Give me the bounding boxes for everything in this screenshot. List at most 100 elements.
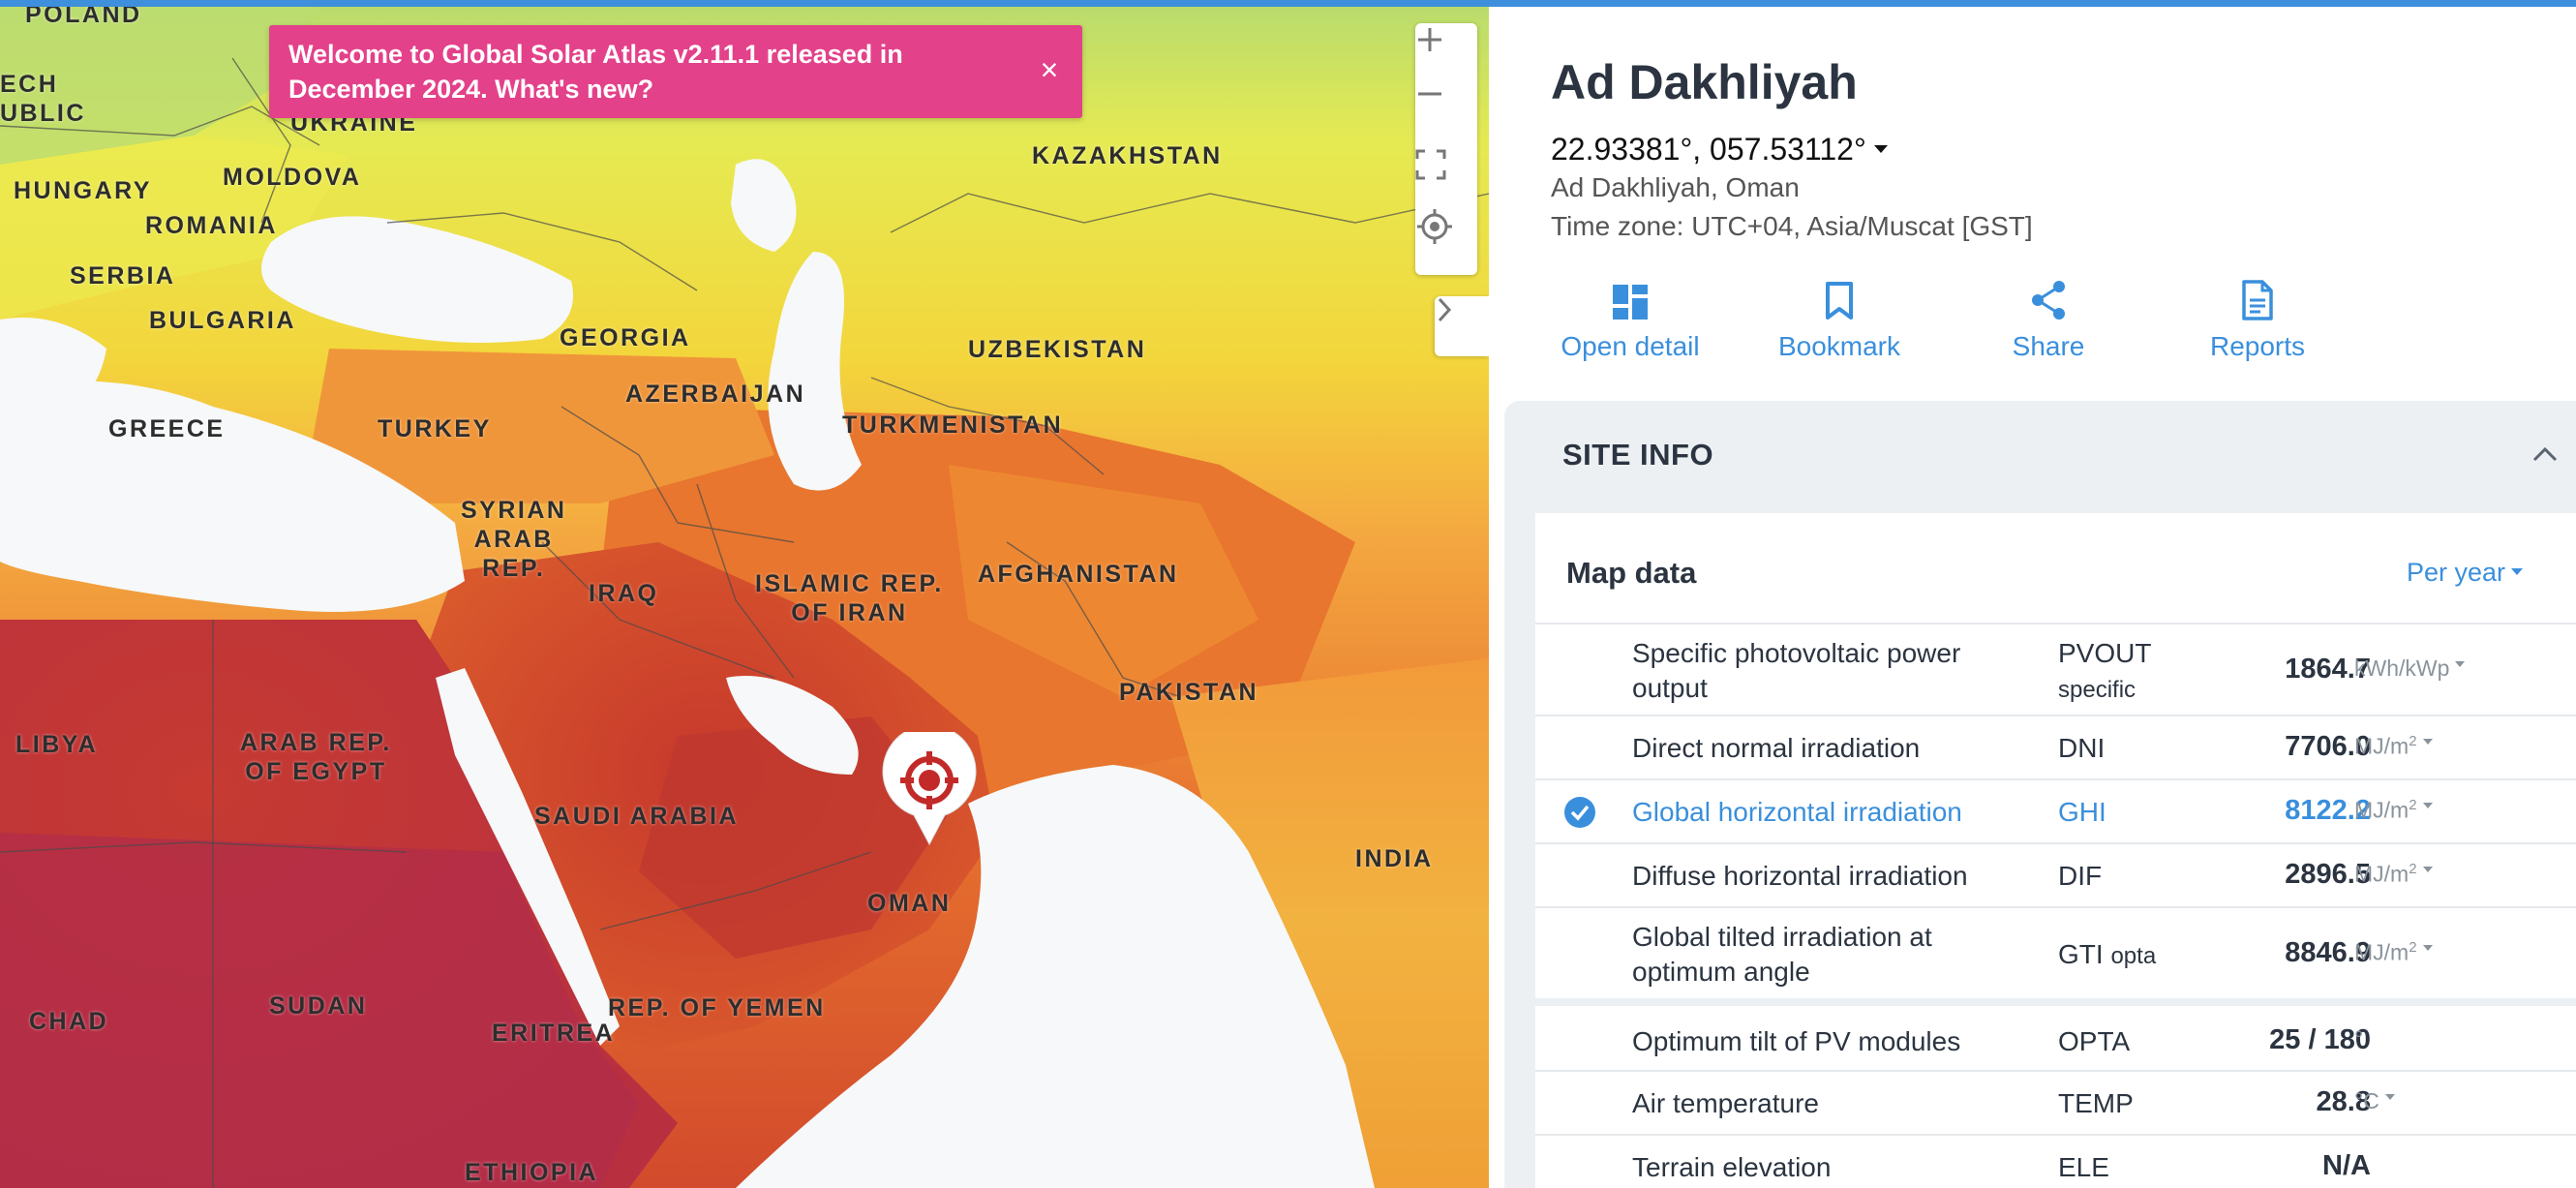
country-label-india: INDIA bbox=[1355, 845, 1434, 872]
unit-dropdown[interactable]: MJ/m2 bbox=[2354, 797, 2433, 824]
caret-down-icon bbox=[2422, 803, 2433, 808]
country-label-egypt: ARAB REP. OF EGYPT bbox=[240, 729, 392, 785]
row-abbr: OPTA bbox=[2058, 1026, 2131, 1056]
welcome-banner-text[interactable]: Welcome to Global Solar Atlas v2.11.1 re… bbox=[288, 37, 985, 107]
unit-dropdown[interactable]: kWh/kWp bbox=[2354, 655, 2466, 682]
minus-icon bbox=[1418, 92, 1441, 96]
row-name: Direct normal irradiation bbox=[1632, 733, 1921, 763]
site-info-section: SITE INFO Map data Per year Specific pho… bbox=[1504, 401, 2576, 1188]
row-abbr: GTI opta bbox=[2058, 938, 2157, 969]
country-label-libya: LIBYA bbox=[15, 731, 99, 758]
target-pin-icon bbox=[882, 732, 977, 846]
country-label-iraq: IRAQ bbox=[589, 580, 659, 607]
locate-me-button[interactable] bbox=[1415, 207, 1477, 261]
collapse-section-button[interactable] bbox=[2531, 445, 2559, 468]
close-icon[interactable]: × bbox=[1032, 52, 1067, 87]
collapse-panel-button[interactable] bbox=[1435, 296, 1489, 356]
site-info-header[interactable]: SITE INFO bbox=[1562, 438, 1713, 472]
row-abbr: ELE bbox=[2058, 1152, 2109, 1182]
country-label-serbia: SERBIA bbox=[70, 262, 176, 289]
reports-label: Reports bbox=[2209, 331, 2306, 361]
data-row-dni[interactable]: Direct normal irradiation DNI 7706.0 MJ/m2 bbox=[1535, 715, 2576, 780]
reports-button[interactable]: Reports bbox=[2170, 279, 2345, 362]
data-row-temp[interactable]: Air temperature TEMP 28.8 °C bbox=[1535, 1070, 2576, 1136]
zoom-out-button[interactable] bbox=[1415, 79, 1477, 134]
caret-down-icon bbox=[2422, 867, 2433, 872]
caret-down-icon bbox=[2422, 944, 2433, 951]
country-label-iran: ISLAMIC REP. OF IRAN bbox=[755, 570, 944, 626]
chevron-up-icon bbox=[2532, 446, 2558, 462]
data-row-gti[interactable]: Global tilted irradiation at optimum ang… bbox=[1535, 906, 2576, 1000]
data-row-pvout[interactable]: Specific photovoltaic power output PVOUT s… bbox=[1535, 623, 2576, 716]
country-label-romania: ROMANIA bbox=[145, 212, 278, 239]
welcome-banner[interactable]: Welcome to Global Solar Atlas v2.11.1 re… bbox=[269, 25, 1082, 118]
country-label-syria: SYRIAN ARAB REP. bbox=[461, 497, 567, 582]
map-data-title: Map data bbox=[1566, 556, 1697, 590]
document-icon bbox=[2242, 280, 2273, 320]
top-accent-bar bbox=[0, 0, 2576, 7]
unit-dropdown[interactable]: MJ/m2 bbox=[2354, 861, 2433, 888]
action-bar: Open detail Bookmark Share Reports bbox=[1543, 279, 2318, 376]
chevron-right-icon bbox=[1438, 297, 1452, 322]
share-icon bbox=[2032, 281, 2065, 320]
period-dropdown[interactable]: Per year bbox=[2407, 558, 2524, 588]
fullscreen-icon bbox=[1415, 149, 1446, 180]
unit-dropdown[interactable]: MJ/m2 bbox=[2354, 939, 2433, 966]
country-label-saudi-arabia: SAUDI ARABIA bbox=[534, 803, 740, 830]
country-label-turkmenistan: TURKMENISTAN bbox=[842, 411, 1064, 439]
country-label-georgia: GEORGIA bbox=[560, 324, 691, 351]
open-detail-label: Open detail bbox=[1561, 331, 1700, 361]
caret-down-icon bbox=[2455, 660, 2466, 667]
solar-map[interactable]: POLAND ECH UBLIC UKRAINE HUNGARY MOLDOVA… bbox=[0, 0, 1489, 1188]
timezone: Time zone: UTC+04, Asia/Muscat [GST] bbox=[1551, 211, 2033, 241]
row-abbr: DNI bbox=[2058, 733, 2106, 763]
fullscreen-button[interactable] bbox=[1415, 149, 1477, 203]
row-name: Global tilted irradiation at optimum ang… bbox=[1632, 921, 1932, 987]
row-abbr: GHI bbox=[2058, 797, 2106, 827]
map-controls bbox=[1415, 23, 1477, 275]
data-row-ghi[interactable]: Global horizontal irradiation GHI 8122.2 MJ… bbox=[1535, 778, 2576, 844]
country-label-yemen: REP. OF YEMEN bbox=[608, 994, 826, 1021]
unit-dropdown[interactable]: °C bbox=[2354, 1088, 2395, 1114]
country-label-greece: GREECE bbox=[108, 415, 226, 442]
country-label-moldova: MOLDOVA bbox=[223, 164, 362, 191]
country-label-oman: OMAN bbox=[867, 890, 952, 917]
row-abbr: TEMP bbox=[2058, 1088, 2134, 1118]
caret-down-icon bbox=[1873, 144, 1888, 153]
row-abbr: PVOUT specific bbox=[2058, 637, 2152, 703]
check-circle-icon bbox=[1564, 797, 1595, 828]
caret-down-icon bbox=[2511, 568, 2524, 576]
caret-down-icon bbox=[2422, 739, 2433, 745]
country-label-turkey: TURKEY bbox=[378, 415, 492, 442]
data-row-dif[interactable]: Diffuse horizontal irradiation DIF 2896.5 M… bbox=[1535, 842, 2576, 908]
data-row-ele[interactable]: Terrain elevation ELE N/A bbox=[1535, 1134, 2576, 1188]
country-label-chad: CHAD bbox=[29, 1008, 109, 1035]
row-name: Diffuse horizontal irradiation bbox=[1632, 861, 1968, 891]
country-label-pakistan: PAKISTAN bbox=[1119, 679, 1259, 706]
country-label-kazakhstan: KAZAKHSTAN bbox=[1032, 142, 1223, 169]
row-name: Global horizontal irradiation bbox=[1632, 797, 1962, 827]
open-detail-button[interactable]: Open detail bbox=[1543, 279, 1717, 362]
share-button[interactable]: Share bbox=[1961, 279, 2136, 362]
zoom-in-button[interactable] bbox=[1415, 25, 1477, 79]
bookmark-label: Bookmark bbox=[1777, 331, 1901, 361]
country-label-azerbaijan: AZERBAIJAN bbox=[625, 381, 806, 408]
share-label: Share bbox=[2012, 331, 2085, 361]
period-label: Per year bbox=[2407, 558, 2506, 587]
dashboard-icon bbox=[1613, 285, 1648, 320]
caret-down-icon bbox=[2384, 1094, 2395, 1100]
data-row-opta[interactable]: Optimum tilt of PV modules OPTA 25 / 180 ° bbox=[1535, 998, 2576, 1078]
location-pin[interactable] bbox=[881, 732, 978, 848]
coordinates-text: 22.93381°, 057.53112° bbox=[1551, 132, 1866, 167]
bookmark-icon bbox=[1826, 282, 1853, 320]
row-name: Specific photovoltaic power output bbox=[1632, 637, 1961, 703]
crosshair-icon bbox=[1417, 209, 1452, 244]
bookmark-button[interactable]: Bookmark bbox=[1752, 279, 1926, 362]
unit-dropdown[interactable]: MJ/m2 bbox=[2354, 733, 2433, 760]
coordinates-dropdown[interactable]: 22.93381°, 057.53112° bbox=[1551, 132, 1888, 168]
country-label-sudan: SUDAN bbox=[269, 992, 368, 1020]
country-label-afghanistan: AFGHANISTAN bbox=[978, 561, 1179, 588]
row-name: Air temperature bbox=[1632, 1088, 1819, 1118]
row-name: Terrain elevation bbox=[1632, 1152, 1832, 1182]
country-label-uzbekistan: UZBEKISTAN bbox=[968, 336, 1147, 363]
